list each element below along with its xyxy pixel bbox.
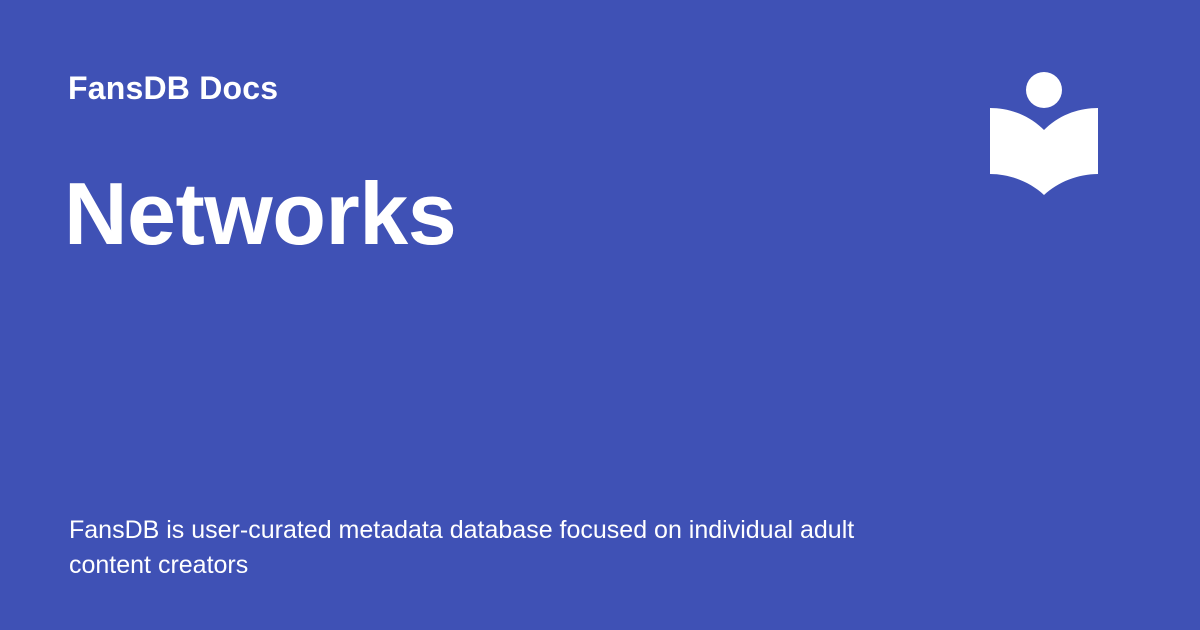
site-name: FansDB Docs	[68, 70, 279, 106]
page-description: FansDB is user-curated metadata database…	[69, 516, 855, 579]
social-card: FansDB Docs Networks FansDB is user-cura…	[0, 0, 1200, 630]
page-title: Networks	[64, 164, 457, 263]
reading-book-icon	[990, 72, 1098, 196]
